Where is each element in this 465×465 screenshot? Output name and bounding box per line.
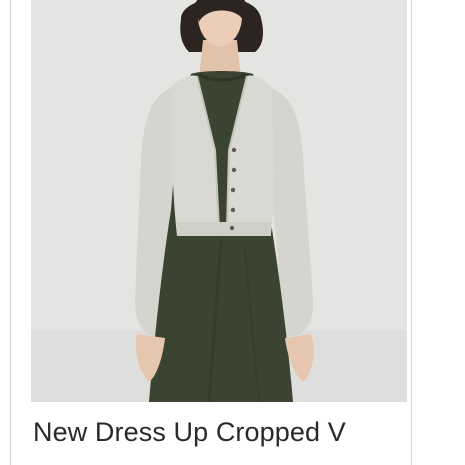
cardigan-hem [177, 222, 271, 236]
button [230, 187, 236, 193]
button [231, 147, 237, 153]
button [230, 207, 236, 213]
product-card[interactable]: New Dress Up Cropped V [10, 0, 412, 465]
product-image[interactable] [31, 0, 407, 402]
product-title[interactable]: New Dress Up Cropped V [33, 417, 346, 448]
button [231, 167, 237, 173]
model-photo [31, 0, 407, 402]
button [229, 225, 235, 231]
